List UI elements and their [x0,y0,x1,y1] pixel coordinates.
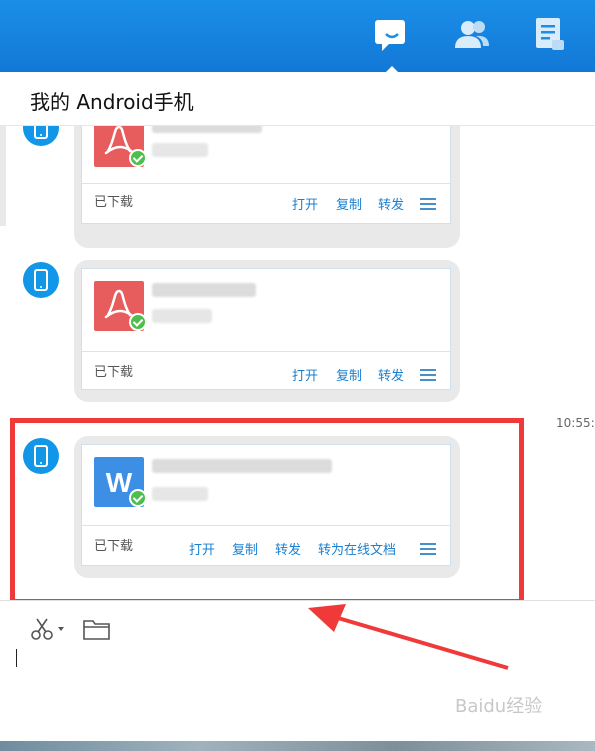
forward-button[interactable]: 转发 [378,365,404,384]
text-cursor [16,649,17,667]
annotation-arrow [308,604,509,670]
phone-icon [34,269,48,291]
tab-files[interactable] [530,14,570,54]
left-edge-panel [0,126,6,226]
contacts-icon [455,21,489,48]
open-button[interactable]: 打开 [292,365,318,384]
file-size-redacted [152,309,212,323]
tab-contacts[interactable] [452,14,492,54]
file-card[interactable]: 已下载 打开 复制 转发 [81,126,451,224]
top-navigation-bar [0,0,595,74]
download-status: 已下载 [94,195,134,210]
conversation-header: 我的 Android手机 [0,72,595,126]
screenshot-button[interactable] [30,617,70,647]
sender-avatar[interactable] [23,126,59,146]
copy-button[interactable]: 复制 [336,365,362,384]
download-status: 已下载 [94,365,134,380]
chat-icon [375,20,405,51]
sender-avatar[interactable] [23,262,59,298]
highlight-box [10,418,524,604]
watermark: Baidu经验 [455,696,543,717]
folder-icon [83,620,110,640]
copy-button[interactable]: 复制 [336,194,362,213]
message-bubble: 已下载 打开 复制 转发 [74,260,460,402]
conversation-title: 我的 Android手机 [30,90,194,114]
file-name-redacted [152,126,262,133]
file-card[interactable]: 已下载 打开 复制 转发 [81,268,451,390]
screenshot-scissors-icon [31,618,64,640]
message-bubble: 已下载 打开 复制 转发 [74,126,460,248]
tab-messages[interactable] [372,14,412,74]
downloaded-check-icon [129,149,147,167]
card-divider [82,351,450,352]
card-divider [82,183,450,184]
phone-icon [34,126,48,139]
document-icon [536,18,564,50]
send-file-button[interactable] [82,616,112,646]
message-timestamp: 10:55: [556,416,595,430]
file-name-redacted [152,283,256,297]
downloaded-check-icon [129,313,147,331]
desktop-background-strip [0,741,595,751]
forward-button[interactable]: 转发 [378,194,404,213]
open-button[interactable]: 打开 [292,194,318,213]
more-menu-icon[interactable] [420,198,436,210]
file-size-redacted [152,143,208,157]
more-menu-icon[interactable] [420,369,436,381]
